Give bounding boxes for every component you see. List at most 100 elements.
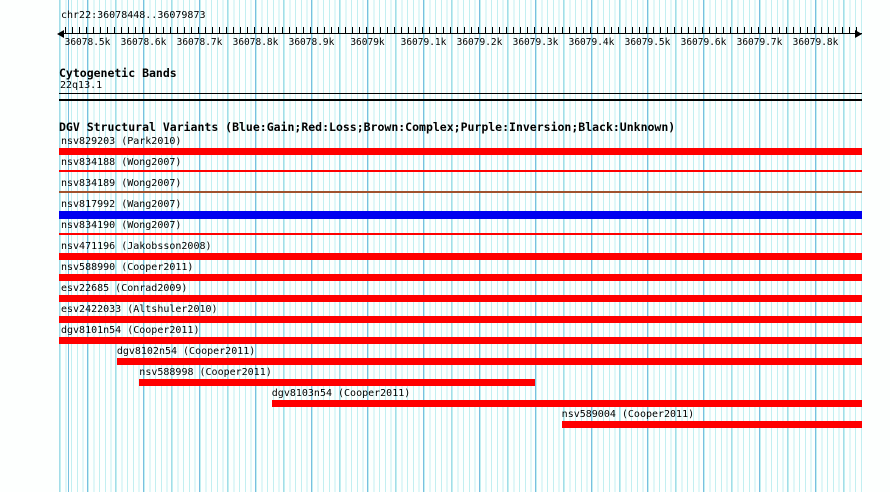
ruler-tick xyxy=(415,27,416,34)
ruler-tick-label: 36079k xyxy=(350,37,385,48)
variant-label[interactable]: nsv589004 (Cooper2011) xyxy=(562,409,694,420)
ruler-tick xyxy=(72,27,73,34)
region-label: chr22:36078448..36079873 xyxy=(61,10,206,21)
ruler-tick xyxy=(562,27,563,34)
ruler-tick xyxy=(835,27,836,34)
arrow-left-icon[interactable] xyxy=(57,30,64,38)
ruler-tick xyxy=(709,27,710,34)
ruler-tick xyxy=(751,27,752,34)
ruler-tick xyxy=(464,27,465,34)
variant-bar[interactable] xyxy=(271,400,862,407)
ruler-tick xyxy=(583,27,584,34)
ruler-tick xyxy=(492,27,493,34)
ruler-tick xyxy=(394,27,395,34)
cytogenetic-band-label[interactable]: 22q13.1 xyxy=(60,80,102,91)
variant-bar[interactable] xyxy=(139,379,536,386)
variant-bar[interactable] xyxy=(59,148,862,155)
cytogenetic-bands-title: Cytogenetic Bands xyxy=(59,66,177,80)
ruler-tick xyxy=(457,27,458,34)
variant-label[interactable]: dgv8101n54 (Cooper2011) xyxy=(61,325,199,336)
ruler-tick xyxy=(226,27,227,34)
ruler-tick xyxy=(65,27,66,34)
ruler-tick xyxy=(184,27,185,34)
ruler-tick xyxy=(471,27,472,34)
ruler-tick xyxy=(849,27,850,34)
ruler-tick xyxy=(758,27,759,34)
ruler-tick xyxy=(212,27,213,34)
ruler-tick xyxy=(373,27,374,34)
ruler-tick xyxy=(856,27,857,34)
ruler-tick xyxy=(534,27,535,34)
ruler-tick xyxy=(387,27,388,34)
ruler-tick xyxy=(625,27,626,34)
ruler-tick xyxy=(156,27,157,34)
variant-bar[interactable] xyxy=(561,421,862,428)
ruler-tick xyxy=(191,27,192,34)
variant-label[interactable]: nsv834188 (Wong2007) xyxy=(61,157,181,168)
ruler-tick xyxy=(163,27,164,34)
variant-label[interactable]: esv2422033 (Altshuler2010) xyxy=(61,304,218,315)
ruler-tick xyxy=(597,27,598,34)
ruler-tick xyxy=(590,27,591,34)
variant-bar[interactable] xyxy=(59,170,862,172)
variant-bar[interactable] xyxy=(59,253,862,260)
ruler-tick-label: 36078.5k xyxy=(64,37,111,48)
ruler-tick xyxy=(121,27,122,34)
ruler-tick xyxy=(359,27,360,34)
ruler-tick-label: 36079.1k xyxy=(400,37,447,48)
ruler-tick xyxy=(310,27,311,34)
section-divider xyxy=(59,99,862,101)
ruler-tick xyxy=(744,27,745,34)
variant-label[interactable]: esv22685 (Conrad2009) xyxy=(61,283,187,294)
variant-label[interactable]: dgv8103n54 (Cooper2011) xyxy=(272,388,410,399)
ruler-tick xyxy=(345,27,346,34)
ruler-tick xyxy=(688,27,689,34)
ruler-tick xyxy=(443,27,444,34)
ruler-tick-label: 36079.5k xyxy=(624,37,671,48)
ruler-tick xyxy=(548,27,549,34)
ruler-tick xyxy=(107,27,108,34)
variant-label[interactable]: dgv8102n54 (Cooper2011) xyxy=(117,346,255,357)
ruler-tick xyxy=(639,27,640,34)
ruler-tick xyxy=(296,27,297,34)
ruler-tick xyxy=(737,27,738,34)
ruler-tick xyxy=(674,27,675,34)
ruler-tick xyxy=(681,27,682,34)
ruler-tick xyxy=(282,27,283,34)
ruler-tick xyxy=(219,27,220,34)
variant-label[interactable]: nsv834190 (Wong2007) xyxy=(61,220,181,231)
ruler-tick-label: 36078.8k xyxy=(232,37,279,48)
variant-label[interactable]: nsv588998 (Cooper2011) xyxy=(139,367,271,378)
ruler-tick xyxy=(268,27,269,34)
ruler-tick xyxy=(303,27,304,34)
ruler-tick xyxy=(86,27,87,34)
ruler-tick xyxy=(317,27,318,34)
ruler-tick xyxy=(352,27,353,34)
variant-label[interactable]: nsv588990 (Cooper2011) xyxy=(61,262,193,273)
ruler-tick xyxy=(513,27,514,34)
variant-label[interactable]: nsv471196 (Jakobsson2008) xyxy=(61,241,212,252)
ruler-tick xyxy=(275,27,276,34)
ruler-tick xyxy=(450,27,451,34)
variant-label[interactable]: nsv834189 (Wong2007) xyxy=(61,178,181,189)
variant-label[interactable]: nsv829203 (Park2010) xyxy=(61,136,181,147)
ruler-tick xyxy=(422,27,423,34)
ruler-tick xyxy=(324,27,325,34)
ruler-tick xyxy=(401,27,402,34)
variant-label[interactable]: nsv817992 (Wang2007) xyxy=(61,199,181,210)
ruler-tick xyxy=(485,27,486,34)
ruler-tick xyxy=(93,27,94,34)
ruler-tick-label: 36079.8k xyxy=(792,37,839,48)
cytogenetic-band-bar[interactable] xyxy=(59,93,862,94)
variant-bar[interactable] xyxy=(59,274,862,281)
variant-bar[interactable] xyxy=(59,191,862,193)
variant-bar[interactable] xyxy=(59,233,862,235)
ruler-tick xyxy=(240,27,241,34)
variant-bar[interactable] xyxy=(116,358,862,365)
variant-bar[interactable] xyxy=(59,295,862,302)
variant-bar[interactable] xyxy=(59,337,862,344)
variant-bar[interactable] xyxy=(59,316,862,323)
variant-bar[interactable] xyxy=(59,211,862,219)
ruler-tick xyxy=(205,27,206,34)
ruler-tick xyxy=(135,27,136,34)
